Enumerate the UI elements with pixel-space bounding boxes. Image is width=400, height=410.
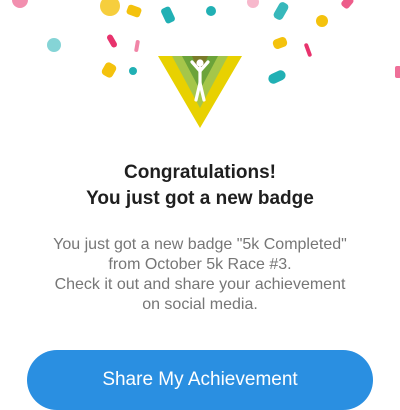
- achievement-badge: [158, 56, 242, 128]
- runner-badge-icon: [158, 56, 242, 128]
- share-achievement-button[interactable]: Share My Achievement: [27, 350, 373, 410]
- message-line-2: from October 5k Race #3.: [108, 256, 292, 273]
- message-line-1: You just got a new badge "5k Completed": [53, 236, 347, 253]
- dialog-message: You just got a new badge "5k Completed" …: [0, 235, 400, 315]
- dialog-title: Congratulations! You just got a new badg…: [0, 160, 400, 212]
- title-line-congratulations: Congratulations!: [124, 162, 276, 183]
- message-line-4: on social media.: [142, 296, 258, 313]
- title-line-new-badge: You just got a new badge: [86, 188, 314, 209]
- badge-dialog: Congratulations! You just got a new badg…: [0, 0, 400, 410]
- message-line-3: Check it out and share your achievement: [54, 276, 346, 293]
